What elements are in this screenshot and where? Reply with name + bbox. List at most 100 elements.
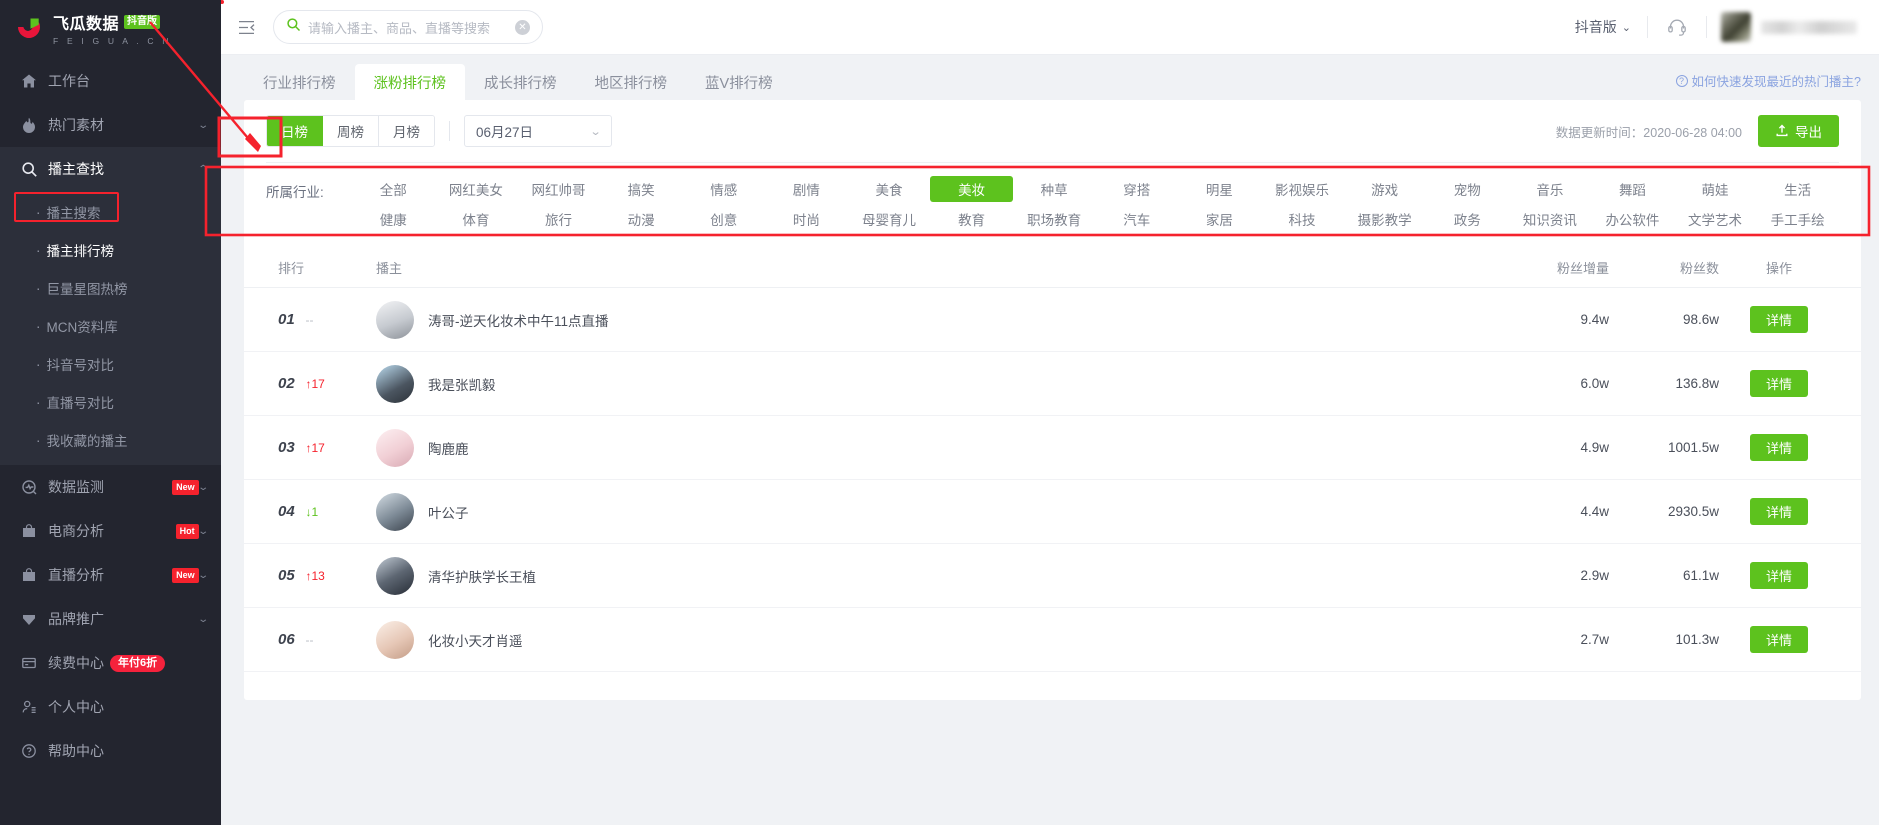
host-name: 清华护肤学长王植	[428, 569, 536, 585]
detail-button[interactable]: 详情	[1750, 498, 1808, 525]
industry-tag[interactable]: 办公软件	[1591, 206, 1674, 232]
industry-tag-selected[interactable]: 美妆	[930, 176, 1013, 202]
industry-tag[interactable]: 健康	[352, 206, 435, 232]
industry-tag[interactable]: 种草	[1013, 176, 1096, 202]
cell-host[interactable]: 清华护肤学长王植	[366, 556, 1499, 595]
industry-tag[interactable]: 音乐	[1509, 176, 1592, 202]
industry-tag[interactable]: 旅行	[517, 206, 600, 232]
industry-tag[interactable]: 搞笑	[600, 176, 683, 202]
table-row[interactable]: 05 ↑13 清华护肤学长王植 2.9w 61.1w 详情	[244, 544, 1861, 608]
badge-new: New	[172, 479, 199, 495]
search-input[interactable]: 请输入播主、商品、直播等搜索	[308, 18, 515, 37]
main-area: 请输入播主、商品、直播等搜索 ✕ 抖音版 ⌄ 行业排行榜 涨粉排行榜 成长排行榜…	[221, 0, 1879, 825]
industry-tag[interactable]: 体育	[435, 206, 518, 232]
industry-tag[interactable]: 生活	[1756, 176, 1839, 202]
tab-industry-ranking[interactable]: 行业排行榜	[244, 64, 355, 100]
industry-tag[interactable]: 情感	[682, 176, 765, 202]
cell-host[interactable]: 化妆小天才肖遥	[366, 620, 1499, 659]
sidebar-item-host-search-sub[interactable]: · 播主搜索	[0, 193, 221, 231]
tab-label: 行业排行榜	[263, 75, 336, 92]
industry-tag[interactable]: 剧情	[765, 176, 848, 202]
clear-icon[interactable]: ✕	[515, 19, 530, 35]
logo[interactable]: 飞瓜数据 抖音版 F E I G U A . C N	[0, 0, 221, 55]
industry-tag[interactable]: 网红美女	[435, 176, 518, 202]
period-daily[interactable]: 日榜	[267, 116, 323, 146]
cell-host[interactable]: 陶鹿鹿	[366, 428, 1499, 467]
cell-host[interactable]: 涛哥-逆天化妆术中午11点直播	[366, 300, 1499, 339]
industry-tag[interactable]: 家居	[1178, 206, 1261, 232]
detail-button[interactable]: 详情	[1750, 626, 1808, 653]
industry-tag[interactable]: 手工手绘	[1756, 206, 1839, 232]
sidebar-item-host-search[interactable]: 播主查找 ⌃	[0, 147, 221, 191]
sidebar-item-brand-promo[interactable]: 品牌推广 ⌄	[0, 597, 221, 641]
industry-tag[interactable]: 游戏	[1343, 176, 1426, 202]
industry-tag[interactable]: 宠物	[1426, 176, 1509, 202]
industry-tag[interactable]: 科技	[1261, 206, 1344, 232]
search-box[interactable]: 请输入播主、商品、直播等搜索 ✕	[273, 10, 543, 44]
sidebar-item-xingtu[interactable]: · 巨量星图热榜	[0, 269, 221, 307]
cell-host[interactable]: 叶公子	[366, 492, 1499, 531]
industry-tag[interactable]: 职场教育	[1013, 206, 1096, 232]
industry-tag[interactable]: 政务	[1426, 206, 1509, 232]
diamond-icon	[18, 611, 40, 627]
detail-button[interactable]: 详情	[1750, 562, 1808, 589]
industry-tag[interactable]: 穿搭	[1095, 176, 1178, 202]
industry-tag[interactable]: 影视娱乐	[1261, 176, 1344, 202]
user-icon	[18, 699, 40, 715]
version-selector[interactable]: 抖音版 ⌄	[1559, 17, 1647, 37]
industry-tag[interactable]: 美食	[848, 176, 931, 202]
sidebar-item-live-compare[interactable]: · 直播号对比	[0, 383, 221, 421]
export-button[interactable]: 导出	[1758, 115, 1839, 147]
industry-tag[interactable]: 时尚	[765, 206, 848, 232]
card-icon	[18, 655, 40, 671]
sidebar-item-host-ranking[interactable]: · 播主排行榜	[0, 231, 221, 269]
tab-region-ranking[interactable]: 地区排行榜	[576, 64, 687, 100]
user-profile[interactable]	[1707, 12, 1857, 42]
sidebar-item-douyin-compare[interactable]: · 抖音号对比	[0, 345, 221, 383]
table-row[interactable]: 03 ↑17 陶鹿鹿 4.9w 1001.5w 详情	[244, 416, 1861, 480]
sidebar-item-favorites[interactable]: · 我收藏的播主	[0, 421, 221, 459]
sidebar-item-ecommerce[interactable]: 电商分析 Hot ⌄	[0, 509, 221, 553]
industry-tag[interactable]: 文学艺术	[1674, 206, 1757, 232]
industry-tag[interactable]: 动漫	[600, 206, 683, 232]
sidebar-item-live-analysis[interactable]: 直播分析 New ⌄	[0, 553, 221, 597]
industry-tag[interactable]: 教育	[930, 206, 1013, 232]
industry-tag[interactable]: 汽车	[1095, 206, 1178, 232]
industry-tag[interactable]: 明星	[1178, 176, 1261, 202]
table-row[interactable]: 06 -- 化妆小天才肖遥 2.7w 101.3w 详情	[244, 608, 1861, 672]
sidebar-item-help-center[interactable]: 帮助中心	[0, 729, 221, 773]
sidebar-item-mcn[interactable]: · MCN资料库	[0, 307, 221, 345]
date-picker[interactable]: 06月27日 ⌄	[464, 115, 612, 147]
industry-tag[interactable]: 摄影教学	[1343, 206, 1426, 232]
industry-tag[interactable]: 知识资讯	[1509, 206, 1592, 232]
tab-bluev-ranking[interactable]: 蓝V排行榜	[686, 64, 792, 100]
headset-icon[interactable]	[1648, 16, 1706, 38]
sidebar-label-brand-promo: 品牌推广	[48, 611, 104, 627]
industry-tag[interactable]: 创意	[682, 206, 765, 232]
cell-operation: 详情	[1719, 498, 1839, 525]
help-link[interactable]: ? 如何快速发现最近的热门播主?	[1675, 71, 1861, 90]
table-row[interactable]: 02 ↑17 我是张凯毅 6.0w 136.8w 详情	[244, 352, 1861, 416]
industry-tag[interactable]: 舞蹈	[1591, 176, 1674, 202]
table-row[interactable]: 01 -- 涛哥-逆天化妆术中午11点直播 9.4w 98.6w 详情	[244, 288, 1861, 352]
collapse-menu-icon[interactable]	[235, 16, 257, 38]
cell-host[interactable]: 我是张凯毅	[366, 364, 1499, 403]
sidebar-item-data-monitor[interactable]: 数据监测 New ⌄	[0, 465, 221, 509]
period-weekly[interactable]: 周榜	[323, 116, 379, 146]
tab-growth-ranking[interactable]: 成长排行榜	[465, 64, 576, 100]
detail-button[interactable]: 详情	[1750, 306, 1808, 333]
industry-tag[interactable]: 网红帅哥	[517, 176, 600, 202]
period-monthly[interactable]: 月榜	[379, 116, 434, 146]
industry-tag-all[interactable]: 全部	[352, 176, 435, 202]
sidebar-item-renew-center[interactable]: 续费中心 年付6折	[0, 641, 221, 685]
industry-tag[interactable]: 母婴育儿	[848, 206, 931, 232]
industry-tag[interactable]: 萌娃	[1674, 176, 1757, 202]
sidebar-item-user-center[interactable]: 个人中心	[0, 685, 221, 729]
detail-button[interactable]: 详情	[1750, 434, 1808, 461]
tag-label: 网红帅哥	[531, 183, 586, 198]
detail-button[interactable]: 详情	[1750, 370, 1808, 397]
table-row[interactable]: 04 ↓1 叶公子 4.4w 2930.5w 详情	[244, 480, 1861, 544]
sidebar-item-workbench[interactable]: 工作台	[0, 59, 221, 103]
tab-fans-growth-ranking[interactable]: 涨粉排行榜	[354, 64, 465, 100]
sidebar-item-hot-material[interactable]: 热门素材 ⌄	[0, 103, 221, 147]
